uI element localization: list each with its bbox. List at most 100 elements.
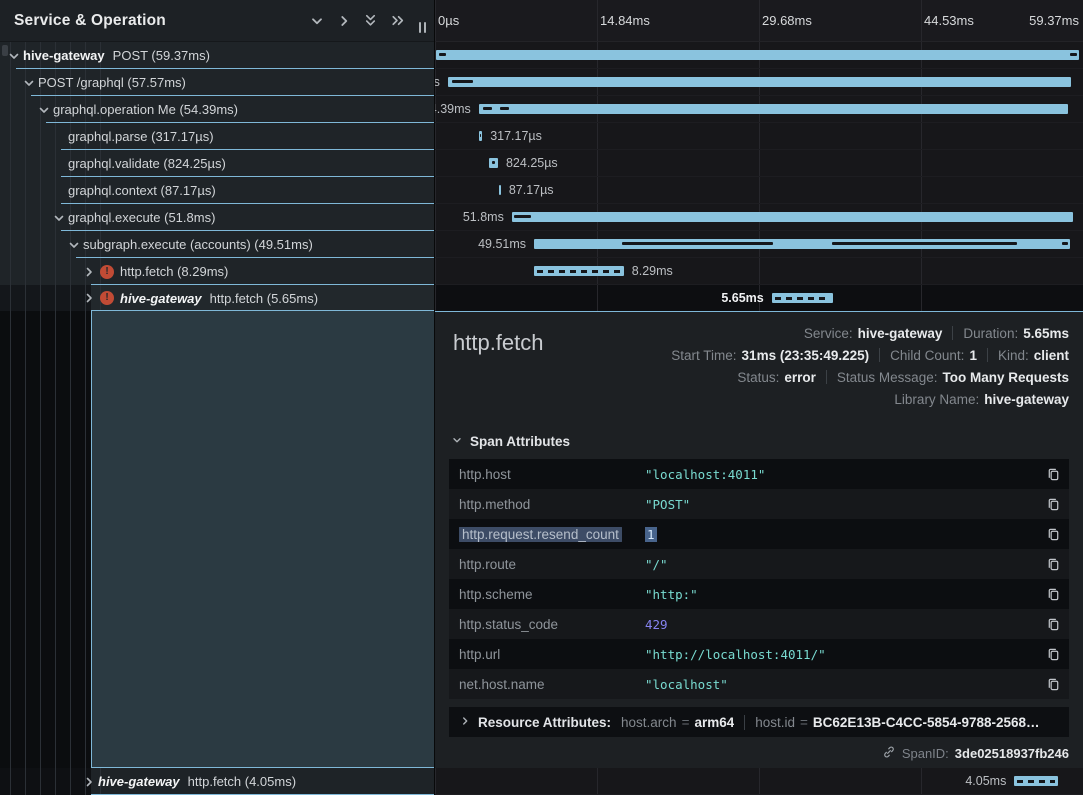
tree-rows: hive-gatewayPOST (59.37ms)POST /graphql … <box>0 42 434 285</box>
span-bar[interactable] <box>1014 776 1058 786</box>
resource-divider <box>744 715 745 730</box>
span-bar[interactable] <box>489 158 498 168</box>
double-chevron-down-icon[interactable] <box>357 8 384 34</box>
duration-label: 51.8ms <box>463 204 504 231</box>
span-bar[interactable] <box>499 185 501 195</box>
tree-selected-row: !hive-gatewayhttp.fetch (5.65ms) <box>0 285 434 311</box>
span-name: graphql.context (87.17µs) <box>68 183 216 198</box>
timeline-rows: 59.37ms57.57ms54.39ms317.17µs824.25µs87.… <box>435 42 1083 285</box>
chevron-down-icon[interactable] <box>37 103 51 117</box>
timeline-row[interactable]: 54.39ms <box>435 96 1083 123</box>
duration-label: 4.05ms <box>965 768 1006 795</box>
timeline-row[interactable]: 5.65ms <box>435 285 1083 311</box>
span-bar[interactable] <box>512 212 1073 222</box>
metadata-line: Library Name:hive-gateway <box>894 388 1069 410</box>
attribute-key: http.route <box>459 557 516 572</box>
copy-icon[interactable] <box>1041 557 1065 572</box>
duration-label: 87.17µs <box>509 177 554 204</box>
copy-icon[interactable] <box>1041 647 1065 662</box>
attribute-key: http.scheme <box>459 587 533 602</box>
tree-row[interactable]: graphql.validate (824.25µs) <box>0 150 434 177</box>
attribute-row: http.request.resend_count1 <box>449 519 1069 549</box>
duration-label: 5.65ms <box>721 285 763 311</box>
copy-icon[interactable] <box>1041 497 1065 512</box>
timeline-row[interactable]: 57.57ms <box>435 69 1083 96</box>
axis-tick: 0µs <box>438 13 459 28</box>
timeline-row[interactable]: 87.17µs <box>435 177 1083 204</box>
detail-row-left-area <box>0 311 434 768</box>
copy-icon[interactable] <box>1041 587 1065 602</box>
metadata-label: Kind: <box>998 348 1029 363</box>
attribute-value: "localhost:4011" <box>645 467 1041 482</box>
copy-icon[interactable] <box>1041 527 1065 542</box>
span-bar[interactable] <box>448 77 1072 87</box>
tree-row[interactable]: graphql.context (87.17µs) <box>0 177 434 204</box>
span-tree: hive-gatewayPOST (59.37ms)POST /graphql … <box>0 42 434 795</box>
chevron-down-icon[interactable] <box>67 238 81 252</box>
self-time-mark <box>622 242 772 245</box>
chevron-down-icon[interactable] <box>22 76 36 90</box>
chevron-down-icon[interactable] <box>52 211 66 225</box>
metadata-divider <box>987 348 988 362</box>
copy-icon[interactable] <box>1041 677 1065 692</box>
copy-icon[interactable] <box>1041 617 1065 632</box>
self-time-mark <box>514 215 531 218</box>
span-name: graphql.execute (51.8ms) <box>68 210 215 225</box>
tree-row[interactable]: hive-gatewayhttp.fetch (4.05ms) <box>0 768 434 795</box>
attribute-row: http.status_code429 <box>449 609 1069 639</box>
span-service: hive-gateway <box>23 48 105 63</box>
tree-row[interactable]: graphql.parse (317.17µs) <box>0 123 434 150</box>
chevron-right-icon[interactable] <box>82 291 96 305</box>
span-bar[interactable] <box>534 266 624 276</box>
scrollbar-thumb[interactable] <box>2 45 8 56</box>
span-name: graphql.operation Me (54.39ms) <box>53 102 238 117</box>
tree-row[interactable]: graphql.execute (51.8ms) <box>0 204 434 231</box>
chevron-down-icon[interactable] <box>303 8 330 34</box>
timeline-row[interactable]: 59.37ms <box>435 42 1083 69</box>
indent-spacer <box>52 184 66 198</box>
span-bar[interactable] <box>479 104 1068 114</box>
span-metadata: Service:hive-gatewayDuration:5.65msStart… <box>671 322 1069 410</box>
dashed-self-time <box>537 270 621 273</box>
duration-label: 54.39ms <box>435 96 471 123</box>
copy-icon[interactable] <box>1041 467 1065 482</box>
double-chevron-right-icon[interactable] <box>384 8 411 34</box>
timeline-row[interactable]: 49.51ms <box>435 231 1083 258</box>
self-time-mark <box>500 107 509 110</box>
span-bar[interactable] <box>436 50 1079 60</box>
timeline-bottom-row: 4.05ms <box>435 768 1083 795</box>
resource-key: host.arch <box>621 715 677 730</box>
timeline-row[interactable]: 4.05ms <box>435 768 1083 795</box>
chevron-right-icon[interactable] <box>82 265 96 279</box>
span-bar[interactable] <box>479 131 482 141</box>
timeline-selected-row: 5.65ms <box>435 285 1083 311</box>
axis-tick: 14.84ms <box>600 13 650 28</box>
chevron-right-icon[interactable] <box>330 8 357 34</box>
resource-attributes-row[interactable]: Resource Attributes:host.arch=arm64host.… <box>449 707 1069 737</box>
span-bar[interactable] <box>534 239 1070 249</box>
self-time-mark <box>1070 53 1077 56</box>
span-bar[interactable] <box>772 293 833 303</box>
tree-row[interactable]: !http.fetch (8.29ms) <box>0 258 434 285</box>
tree-row[interactable]: hive-gatewayPOST (59.37ms) <box>0 42 434 69</box>
tree-row[interactable]: POST /graphql (57.57ms) <box>0 69 434 96</box>
span-attributes-header[interactable]: Span Attributes <box>451 434 1069 449</box>
drag-handle[interactable] <box>419 22 426 33</box>
metadata-label: Library Name: <box>894 392 979 407</box>
span-detail-panel: http.fetch Service:hive-gatewayDuration:… <box>435 311 1083 768</box>
tree-row[interactable]: !hive-gatewayhttp.fetch (5.65ms) <box>0 285 434 311</box>
timeline-row[interactable]: 824.25µs <box>435 150 1083 177</box>
attribute-key: http.status_code <box>459 617 558 632</box>
duration-label: 8.29ms <box>632 258 673 285</box>
trace-viewer: Service & Operation hive-gatewayPOST (59… <box>0 0 1083 795</box>
chevron-right-icon[interactable] <box>82 775 96 789</box>
tree-panel-header: Service & Operation <box>0 0 434 42</box>
chevron-down-icon[interactable] <box>7 49 21 63</box>
tree-row[interactable]: graphql.operation Me (54.39ms) <box>0 96 434 123</box>
timeline-row[interactable]: 8.29ms <box>435 258 1083 285</box>
timeline-row[interactable]: 51.8ms <box>435 204 1083 231</box>
tree-row[interactable]: subgraph.execute (accounts) (49.51ms) <box>0 231 434 258</box>
link-icon[interactable] <box>882 745 896 762</box>
timeline-row[interactable]: 317.17µs <box>435 123 1083 150</box>
attribute-value: "POST" <box>645 497 1041 512</box>
